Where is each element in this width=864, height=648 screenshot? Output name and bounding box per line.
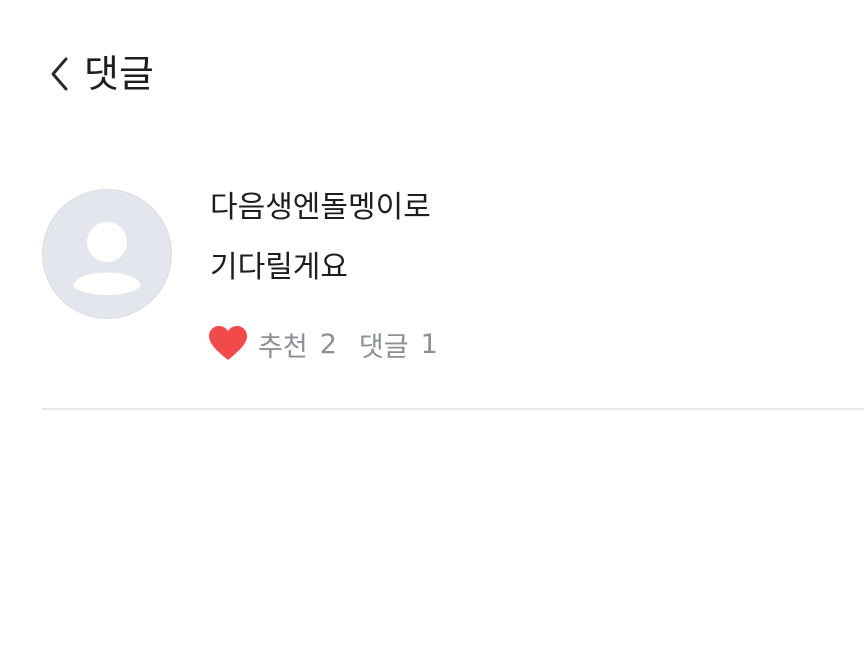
like-count: 2 [319, 328, 337, 360]
comment-item: 다음생엔돌멩이로 기다릴게요 추천 2 댓글 1 [0, 180, 864, 363]
back-button[interactable] [44, 54, 76, 94]
avatar[interactable] [42, 189, 172, 319]
comment-screen: 댓글 다음생엔돌멩이로 기다릴게요 추천 2 댓글 1 [0, 0, 864, 648]
header: 댓글 [0, 44, 864, 108]
heart-icon[interactable] [208, 325, 248, 363]
comment-author[interactable]: 다음생엔돌멩이로 [210, 188, 431, 228]
page-title: 댓글 [84, 52, 154, 96]
chevron-left-icon [51, 57, 68, 91]
reply-count: 1 [420, 328, 438, 360]
divider [42, 408, 864, 410]
like-label[interactable]: 추천 [258, 325, 308, 364]
comment-meta: 추천 2 댓글 1 [208, 322, 438, 366]
comment-text: 기다릴게요 [210, 250, 348, 285]
reply-label[interactable]: 댓글 [359, 325, 409, 364]
user-avatar-icon [73, 222, 141, 295]
